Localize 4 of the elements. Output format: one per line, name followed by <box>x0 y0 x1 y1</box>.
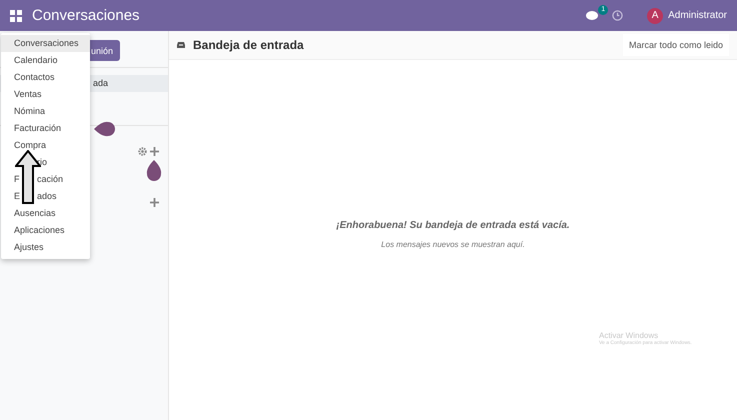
inbox-title: Bandeja de entrada <box>193 38 304 52</box>
app-title: Conversaciones <box>32 7 140 24</box>
empty-title: ¡Enhorabuena! Su bandeja de entrada está vacía. <box>335 220 571 231</box>
empty-subtitle: Los mensajes nuevos se muestran aquí. <box>380 240 526 249</box>
